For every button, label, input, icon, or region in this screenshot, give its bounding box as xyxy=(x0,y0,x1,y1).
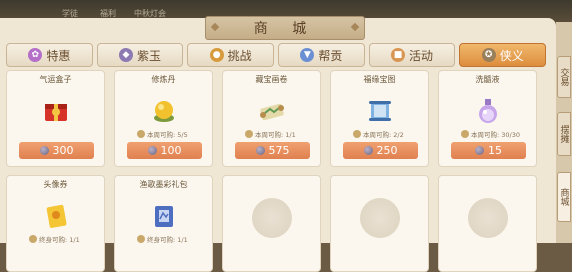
item-card[interactable]: 渔歌墨彩礼包 终身可购: 1/1 xyxy=(114,175,213,272)
jade-icon: ◆ xyxy=(119,48,133,62)
tab-label: 紫玉 xyxy=(137,48,162,63)
jade-currency-icon xyxy=(255,146,265,155)
empty-item-slot xyxy=(222,175,321,272)
item-card[interactable]: 气运盒子 300 xyxy=(6,70,105,167)
item-card[interactable]: 福缘宝图 本周可购: 2/2 250 xyxy=(330,70,429,167)
blue-scroll-icon xyxy=(364,96,396,126)
side-tab-shangcheng[interactable]: 商城 xyxy=(557,172,571,222)
limit-text: 本周可购: 5/5 xyxy=(147,131,188,139)
tab-label: 帮贡 xyxy=(318,48,343,63)
buy-button[interactable]: 15 xyxy=(451,142,526,159)
item-name: 洗髓液 xyxy=(475,75,500,84)
tab-tehui[interactable]: ✿ 特惠 xyxy=(6,43,93,67)
tab-label: 挑战 xyxy=(227,48,252,63)
potion-icon xyxy=(472,96,504,126)
purchase-limit: 本周可购: 1/1 xyxy=(245,129,296,139)
buy-button[interactable]: 250 xyxy=(343,142,418,159)
tab-ziyu[interactable]: ◆ 紫玉 xyxy=(96,43,184,67)
item-name: 修炼丹 xyxy=(151,75,176,84)
side-tab-baitan[interactable]: 摆摊 xyxy=(557,112,571,156)
buy-button[interactable]: 100 xyxy=(127,142,202,159)
placeholder-icon xyxy=(360,198,400,238)
jade-currency-icon xyxy=(147,146,157,155)
gift-icon: ■ xyxy=(391,48,406,62)
placeholder-icon xyxy=(468,198,508,238)
item-grid: 气运盒子 300 修炼丹 本周可购: 5/5 100 藏宝画卷 本周可购: 1/… xyxy=(6,70,546,272)
red-box-icon xyxy=(40,96,72,126)
flower-icon: ✿ xyxy=(28,48,43,62)
item-name: 藏宝画卷 xyxy=(255,75,288,84)
item-name: 气运盒子 xyxy=(39,75,72,84)
purchase-limit: 本周可购: 30/30 xyxy=(461,129,520,139)
side-tab-jiaoyi[interactable]: 交易 xyxy=(557,56,571,98)
purchase-limit: 本周可购: 5/5 xyxy=(137,129,188,139)
item-card[interactable]: 头像券 终身可购: 1/1 xyxy=(6,175,105,272)
jade-currency-icon xyxy=(39,146,49,155)
coin-icon xyxy=(353,130,361,138)
item-name: 头像券 xyxy=(43,180,68,189)
scroll-map-icon xyxy=(256,96,288,126)
price-value: 100 xyxy=(160,144,182,157)
tab-xiayi[interactable]: ✪ 侠义 xyxy=(459,43,547,67)
price-value: 15 xyxy=(488,144,502,157)
item-name: 渔歌墨彩礼包 xyxy=(139,180,188,189)
category-tabs: ✿ 特惠 ◆ 紫玉 ● 挑战 ▼ 帮贡 ■ 活动 ✪ 侠义 xyxy=(6,43,547,67)
buy-button[interactable]: 575 xyxy=(235,142,310,159)
jade-currency-icon xyxy=(475,146,484,155)
limit-text: 本周可购: 2/2 xyxy=(363,131,404,139)
price-value: 250 xyxy=(376,144,398,157)
item-card[interactable]: 洗髓液 本周可购: 30/30 15 xyxy=(438,70,537,167)
item-card[interactable]: 藏宝画卷 本周可购: 1/1 575 xyxy=(222,70,321,167)
placeholder-icon xyxy=(252,198,292,238)
empty-item-slot xyxy=(330,175,429,272)
limit-text: 本周可购: 1/1 xyxy=(255,131,296,139)
coin-icon: ● xyxy=(209,48,224,62)
coin-icon xyxy=(245,130,253,138)
page-title: 商 城 xyxy=(205,16,365,40)
coin-icon xyxy=(137,130,145,138)
item-name: 福缘宝图 xyxy=(363,75,396,84)
tab-label: 侠义 xyxy=(499,48,524,63)
tab-label: 特惠 xyxy=(46,48,71,63)
yellow-ticket-icon xyxy=(40,201,72,231)
limit-text: 本周可购: 30/30 xyxy=(471,131,520,139)
empty-item-slot xyxy=(438,175,537,272)
purchase-limit: 本周可购: 2/2 xyxy=(353,129,404,139)
gold-pill-icon xyxy=(148,96,180,126)
blue-book-icon xyxy=(148,201,180,231)
tab-label: 活动 xyxy=(409,48,434,63)
item-card[interactable]: 修炼丹 本周可购: 5/5 100 xyxy=(114,70,213,167)
coin-icon xyxy=(29,235,37,243)
coin-icon xyxy=(137,235,145,243)
medal-icon: ✪ xyxy=(481,48,496,62)
side-tab-bar: 交易 摆摊 商城 xyxy=(556,22,572,243)
tab-tiaozhan[interactable]: ● 挑战 xyxy=(187,43,275,67)
price-value: 575 xyxy=(268,144,290,157)
tab-huodong[interactable]: ■ 活动 xyxy=(368,43,456,67)
shield-icon: ▼ xyxy=(300,48,315,62)
tab-banggong[interactable]: ▼ 帮贡 xyxy=(278,43,365,67)
buy-button[interactable]: 300 xyxy=(19,142,94,159)
coin-icon xyxy=(461,130,469,138)
price-value: 300 xyxy=(52,144,74,157)
jade-currency-icon xyxy=(363,146,373,155)
